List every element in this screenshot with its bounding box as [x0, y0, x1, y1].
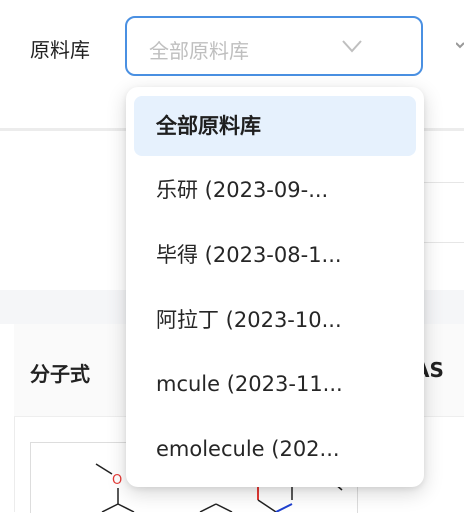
column-header-formula: 分子式 [30, 362, 90, 386]
dropdown-option-all[interactable]: 全部原料库 [134, 96, 416, 156]
library-dropdown-menu: 全部原料库 乐研 (2023-09-... 毕得 (2023-08-1... 阿… [126, 87, 424, 487]
dropdown-option[interactable]: 阿拉丁 (2023-10... [134, 290, 416, 350]
divider [424, 242, 464, 243]
library-select[interactable]: 全部原料库 [125, 16, 423, 76]
filter-label: 原料库 [30, 38, 90, 62]
dropdown-option[interactable]: 毕得 (2023-08-1... [134, 225, 416, 285]
chevron-down-icon [342, 40, 362, 53]
chevron-down-icon[interactable] [456, 38, 464, 52]
dropdown-option[interactable]: emolecule (202... [134, 419, 416, 479]
select-value: 全部原料库 [149, 39, 249, 63]
dropdown-option[interactable]: 乐研 (2023-09-... [134, 160, 416, 220]
divider [424, 182, 464, 183]
dropdown-option[interactable]: mcule (2023-11... [134, 354, 416, 414]
atom-oxygen: O [112, 473, 122, 488]
